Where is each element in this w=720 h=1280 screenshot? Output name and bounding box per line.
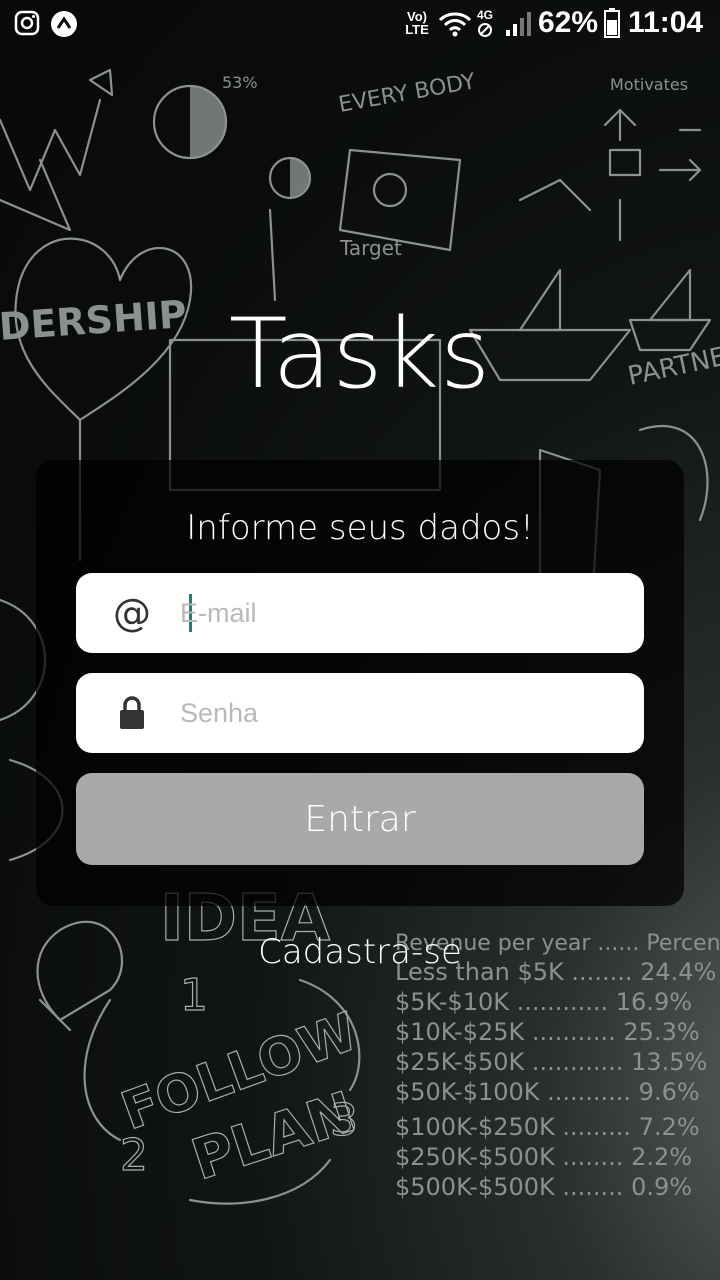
app-notification-icon — [51, 11, 77, 37]
svg-text:Motivates: Motivates — [610, 75, 688, 94]
data-blocked-icon — [478, 23, 492, 37]
volte-label-bottom: LTE — [405, 22, 429, 37]
signal-strength-icon — [506, 12, 531, 36]
svg-text:$25K-$50K ............ 13.5%: $25K-$50K ............ 13.5% — [395, 1048, 707, 1076]
battery-icon — [604, 8, 620, 38]
svg-text:$100K-$250K ......... 7.2%: $100K-$250K ......... 7.2% — [395, 1113, 700, 1141]
lock-icon — [112, 673, 152, 753]
svg-text:EVERY BODY: EVERY BODY — [337, 69, 478, 118]
wifi-icon — [438, 12, 472, 37]
svg-text:2: 2 — [120, 1130, 148, 1181]
status-clock: 11:04 — [628, 6, 704, 39]
at-sign-icon: @ — [112, 573, 152, 653]
email-field[interactable]: @ — [76, 573, 644, 653]
svg-text:$250K-$500K ........ 2.2%: $250K-$500K ........ 2.2% — [395, 1143, 692, 1171]
svg-text:Target: Target — [339, 236, 402, 260]
svg-text:53%: 53% — [222, 73, 258, 92]
svg-text:1: 1 — [180, 970, 208, 1021]
at-sign-glyph: @ — [113, 591, 151, 635]
svg-text:$50K-$100K ........... 9.6%: $50K-$100K ........... 9.6% — [395, 1078, 700, 1106]
svg-text:$500K-$500K ........ 0.9%: $500K-$500K ........ 0.9% — [395, 1173, 692, 1201]
app-screen: IDEA FOLLOW PLAN 1 2 3 Revenue per year … — [0, 0, 720, 1280]
status-bar: Vo) LTE 4G 62% 11:04 — [0, 0, 720, 48]
network-type-label: 4G — [477, 8, 494, 22]
email-input[interactable] — [180, 573, 620, 653]
login-button[interactable]: Entrar — [76, 773, 644, 865]
login-heading: Informe seus dados! — [186, 508, 534, 548]
svg-text:$5K-$10K ............ 16.9%: $5K-$10K ............ 16.9% — [395, 988, 692, 1016]
login-card: Informe seus dados! @ Entrar — [36, 460, 684, 906]
instagram-icon — [14, 10, 40, 36]
register-link[interactable]: Cadastra-se — [0, 932, 720, 972]
password-field[interactable] — [76, 673, 644, 753]
password-input[interactable] — [180, 673, 620, 753]
app-title: Tasks — [228, 298, 492, 410]
svg-text:$10K-$25K ........... 25.3%: $10K-$25K ........... 25.3% — [395, 1018, 700, 1046]
svg-text:3: 3 — [330, 1095, 358, 1146]
volte-label: Vo) LTE — [402, 10, 432, 36]
battery-percentage: 62% — [538, 6, 599, 39]
